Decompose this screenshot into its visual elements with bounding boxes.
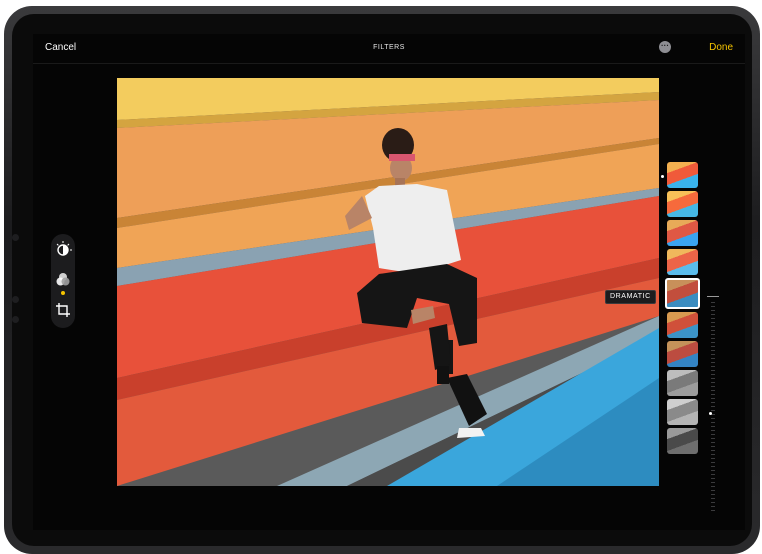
filter-thumbnail[interactable] [667,220,698,246]
slider-tick [711,490,715,491]
side-sensor [12,316,19,323]
photo-preview[interactable] [117,78,659,486]
slider-tick [711,350,715,351]
slider-tick [711,330,715,331]
slider-tick [711,314,715,315]
filter-thumbnail[interactable] [667,370,698,396]
slider-tick [711,462,715,463]
slider-tick [711,434,715,435]
slider-tick [711,398,715,399]
slider-tick [711,466,715,467]
slider-tick [711,386,715,387]
slider-tick [711,306,715,307]
slider-tick [711,338,715,339]
slider-tick [711,410,715,411]
filters-circles-icon[interactable] [53,270,73,290]
slider-tick [711,358,715,359]
slider-tick [711,506,715,507]
filter-thumbnail[interactable] [667,162,698,188]
page-title: FILTERS [373,44,405,51]
slider-tick [711,318,715,319]
slider-tick [711,450,715,451]
filter-thumbnail[interactable] [667,428,698,454]
slider-tick [711,446,715,447]
slider-tick [711,362,715,363]
slider-tick [711,402,715,403]
slider-tick [711,342,715,343]
slider-tick [711,470,715,471]
side-sensor [12,296,19,303]
slider-tick [711,378,715,379]
slider-tick [711,354,715,355]
slider-tick [711,486,715,487]
slider-tick [711,426,715,427]
strip-indicator-dot [661,175,664,178]
top-bar: Cancel FILTERS ··· Done [33,34,745,62]
slider-tick [711,370,715,371]
slider-tick [711,406,715,407]
slider-tick [711,430,715,431]
slider-tick [711,390,715,391]
filter-thumbnail[interactable] [667,312,698,338]
slider-tick [711,474,715,475]
filter-thumbnail[interactable] [667,399,698,425]
side-sensor [12,234,19,241]
slider-tick [711,326,715,327]
selected-filter-label: DRAMATIC [605,290,656,304]
adjust-dial-icon[interactable] [53,240,73,260]
slider-tick [711,498,715,499]
slider-top-mark [707,296,719,297]
slider-tick [711,382,715,383]
slider-tick [711,438,715,439]
slider-tick [711,454,715,455]
slider-tick [711,418,715,419]
active-tool-indicator [61,291,65,295]
filter-thumbnail-selected[interactable] [665,278,700,309]
slider-tick [711,366,715,367]
slider-tick [711,302,715,303]
top-divider [33,63,745,64]
filter-strip[interactable] [665,160,701,460]
slider-tick [711,494,715,495]
filter-intensity-slider[interactable] [705,294,719,524]
slider-tick [711,458,715,459]
slider-tick [711,482,715,483]
edit-tools-panel [51,234,75,328]
more-options-icon[interactable]: ··· [659,41,671,53]
slider-tick [711,334,715,335]
done-button[interactable]: Done [709,42,733,53]
filter-thumbnail[interactable] [667,341,698,367]
slider-tick [711,322,715,323]
slider-tick [711,310,715,311]
slider-tick [711,510,715,511]
slider-tick [711,478,715,479]
filter-thumbnail[interactable] [667,249,698,275]
crop-rotate-icon[interactable] [53,300,73,320]
slider-tick [711,442,715,443]
filter-thumbnail[interactable] [667,191,698,217]
photos-edit-screen: Cancel FILTERS ··· Done DRAMATIC [33,34,745,530]
slider-tick [711,346,715,347]
slider-tick [711,374,715,375]
slider-knob[interactable] [709,412,712,415]
slider-tick [711,422,715,423]
slider-tick [711,502,715,503]
slider-tick [711,394,715,395]
